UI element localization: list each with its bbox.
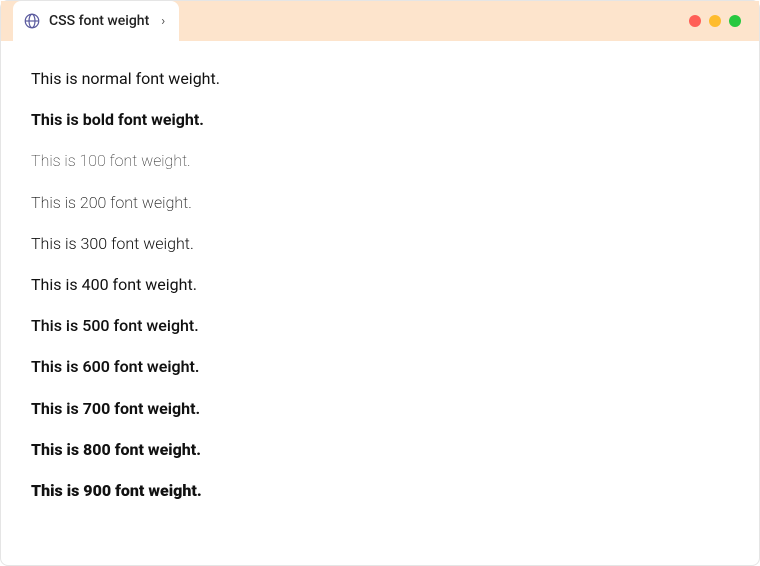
text-700: This is 700 font weight. — [31, 399, 729, 418]
browser-tab[interactable]: CSS font weight › — [13, 1, 179, 41]
chevron-right-icon: › — [161, 14, 165, 29]
text-200: This is 200 font weight. — [31, 193, 729, 212]
titlebar: CSS font weight › — [1, 1, 759, 41]
text-600: This is 600 font weight. — [31, 357, 729, 376]
text-400: This is 400 font weight. — [31, 275, 729, 294]
tab-title: CSS font weight — [49, 13, 149, 29]
maximize-button[interactable] — [729, 15, 741, 27]
text-bold: This is bold font weight. — [31, 110, 729, 129]
text-normal: This is normal font weight. — [31, 69, 729, 88]
text-500: This is 500 font weight. — [31, 316, 729, 335]
page-content: This is normal font weight. This is bold… — [1, 41, 759, 550]
globe-icon — [23, 12, 41, 30]
close-button[interactable] — [689, 15, 701, 27]
text-300: This is 300 font weight. — [31, 234, 729, 253]
minimize-button[interactable] — [709, 15, 721, 27]
text-100: This is 100 font weight. — [31, 151, 729, 170]
text-800: This is 800 font weight. — [31, 440, 729, 459]
window-controls — [689, 15, 741, 27]
text-900: This is 900 font weight. — [31, 481, 729, 500]
